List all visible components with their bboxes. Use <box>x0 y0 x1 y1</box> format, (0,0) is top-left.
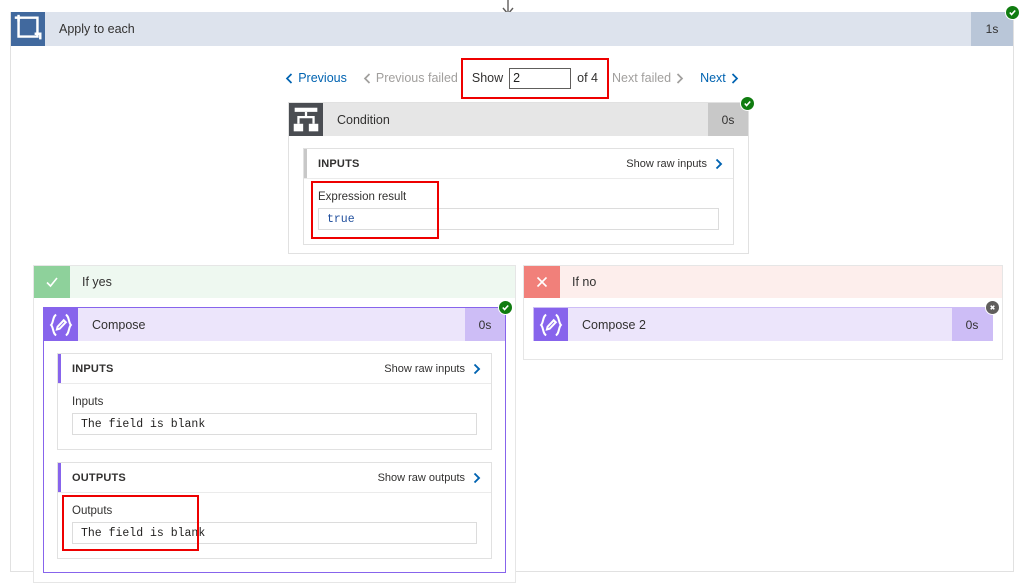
compose-title: Compose <box>78 308 465 341</box>
compose-2-duration: 0s <box>952 308 992 341</box>
apply-to-each-scope-card[interactable]: Apply to each 1s Previous Previous faile… <box>10 5 1020 583</box>
compose-duration: 0s <box>465 308 505 341</box>
show-raw-inputs-label: Show raw inputs <box>384 362 465 375</box>
outputs-field-label: Outputs <box>72 505 113 517</box>
show-raw-inputs-link[interactable]: Show raw inputs <box>384 363 481 375</box>
next-button[interactable]: Next <box>692 71 747 85</box>
condition-card-header[interactable]: Condition 0s <box>289 96 755 136</box>
scope-header[interactable]: Apply to each 1s <box>11 5 1020 46</box>
condition-inputs-body: Expression result true <box>304 179 733 244</box>
branch-if-no: If no Compose 2 0s <box>523 265 1003 360</box>
compose-2-card-header[interactable]: Compose 2 0s <box>534 300 1000 341</box>
compose-2-card[interactable]: Compose 2 0s <box>533 300 1000 341</box>
scope-status-badge-succeeded <box>1005 5 1020 20</box>
compose-outputs-panel: OUTPUTS Show raw outputs Outputs The fie… <box>57 462 492 559</box>
inputs-field-value: The field is blank <box>72 413 477 435</box>
expression-result-label: Expression result <box>318 191 407 203</box>
if-yes-header: If yes <box>34 266 515 298</box>
compose-icon <box>44 308 78 341</box>
inputs-caption: INPUTS <box>318 157 360 170</box>
panel-spacer <box>57 450 492 462</box>
show-raw-inputs-label: Show raw inputs <box>626 157 707 170</box>
show-page-control: Show of 4 <box>460 57 609 99</box>
checkmark-icon <box>34 266 70 298</box>
compose-outputs-header: OUTPUTS Show raw outputs <box>58 463 491 493</box>
scope-title: Apply to each <box>59 22 135 36</box>
run-pagination: Previous Previous failed Show of 4 Next … <box>11 57 1013 99</box>
compose-card[interactable]: Compose 0s INPUTS Show raw inputs Inputs… <box>43 300 513 573</box>
condition-card-body: INPUTS Show raw inputs Expression result… <box>289 136 748 259</box>
expression-result-value: true <box>318 208 719 230</box>
compose-card-header[interactable]: Compose 0s <box>44 300 513 341</box>
condition-status-badge-succeeded <box>740 96 755 111</box>
next-label: Next <box>700 71 726 85</box>
compose-outputs-body: Outputs The field is blank <box>58 493 491 558</box>
compose-card-body: INPUTS Show raw inputs Inputs The field … <box>44 341 505 571</box>
outputs-field-value: The field is blank <box>72 522 477 544</box>
if-no-header: If no <box>524 266 1002 298</box>
compose-inputs-caption: INPUTS <box>72 362 114 375</box>
previous-failed-button[interactable]: Previous failed <box>355 71 466 85</box>
branch-if-yes: If yes Compose 0s INPUTS Show raw inputs… <box>33 265 516 583</box>
inputs-field-label: Inputs <box>72 396 104 408</box>
show-raw-outputs-label: Show raw outputs <box>377 471 465 484</box>
previous-button[interactable]: Previous <box>277 71 355 85</box>
compose-outputs-caption: OUTPUTS <box>72 471 126 484</box>
condition-icon <box>289 103 323 136</box>
cross-icon <box>524 266 560 298</box>
condition-inputs-header: INPUTS Show raw inputs <box>304 149 733 179</box>
condition-inputs-panel: INPUTS Show raw inputs Expression result… <box>303 148 734 245</box>
next-failed-label: Next failed <box>612 71 672 85</box>
condition-card[interactable]: Condition 0s INPUTS Show raw inputs Expr… <box>288 96 755 254</box>
compose-2-status-badge-skipped <box>985 300 1000 315</box>
previous-label: Previous <box>298 71 347 85</box>
compose-inputs-body: Inputs The field is blank <box>58 384 491 449</box>
compose-icon <box>534 308 568 341</box>
next-failed-button[interactable]: Next failed <box>604 71 692 85</box>
loop-icon <box>11 12 45 46</box>
if-no-body: Compose 2 0s <box>524 298 1002 359</box>
compose-status-badge-succeeded <box>498 300 513 315</box>
of-count-label: of 4 <box>577 71 598 85</box>
if-yes-label: If yes <box>82 275 112 289</box>
condition-title: Condition <box>323 103 708 136</box>
run-history-page: Apply to each 1s Previous Previous faile… <box>0 0 1024 584</box>
show-raw-inputs-link[interactable]: Show raw inputs <box>626 158 723 170</box>
show-raw-outputs-link[interactable]: Show raw outputs <box>378 472 481 484</box>
compose-inputs-header: INPUTS Show raw inputs <box>58 354 491 384</box>
compose-2-title: Compose 2 <box>568 308 952 341</box>
compose-inputs-panel: INPUTS Show raw inputs Inputs The field … <box>57 353 492 450</box>
if-no-label: If no <box>572 275 597 289</box>
show-page-input[interactable] <box>509 67 572 89</box>
if-yes-body: Compose 0s INPUTS Show raw inputs Inputs… <box>34 298 515 582</box>
previous-failed-label: Previous failed <box>375 71 458 85</box>
show-label: Show <box>471 71 504 85</box>
